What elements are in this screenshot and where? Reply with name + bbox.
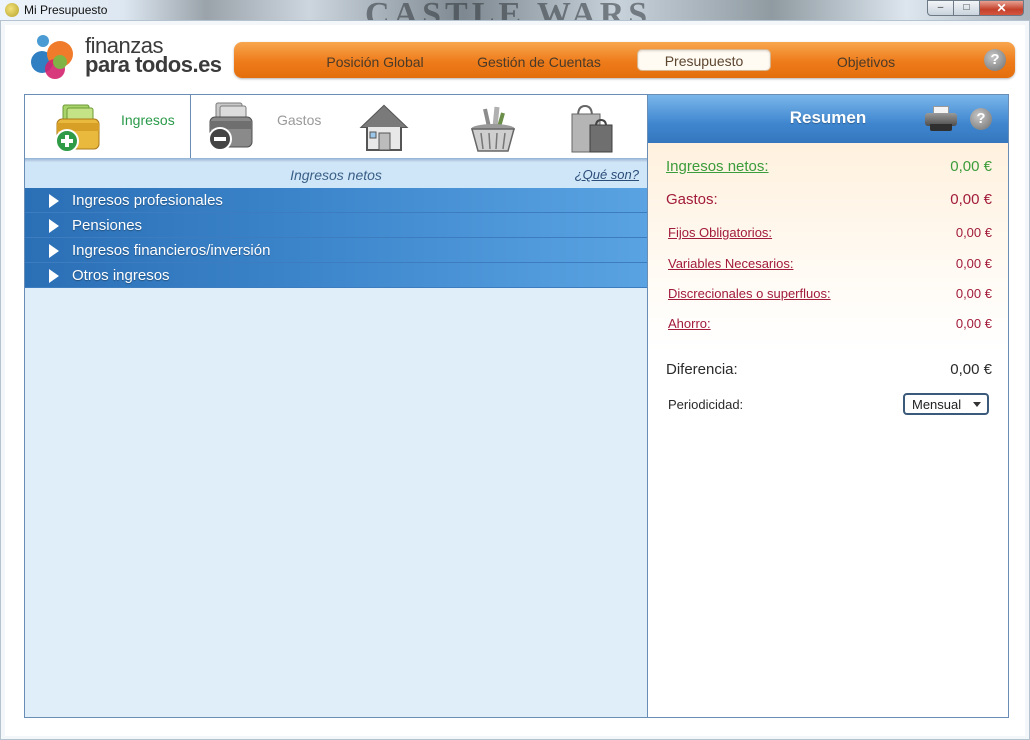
net-income-value: 0,00 € [950, 158, 992, 175]
expand-arrow-icon [49, 219, 59, 233]
nav-objetivos[interactable]: Objetivos [822, 51, 910, 73]
nav-posicion-global[interactable]: Posición Global [314, 51, 436, 73]
discretionary-expenses-label[interactable]: Discrecionales o superfluos: [668, 286, 831, 301]
discretionary-expenses-value: 0,00 € [955, 286, 992, 301]
variable-expenses-value: 0,00 € [955, 256, 992, 271]
income-subheader-title: Ingresos netos [290, 167, 382, 183]
window-frame: finanzas para todos.es Posición Global G… [0, 20, 1030, 740]
periodicity-selected-value: Mensual [912, 397, 962, 412]
expenses-label: Gastos: [666, 191, 718, 208]
window-title: Mi Presupuesto [24, 3, 108, 17]
income-wallet-icon [55, 104, 100, 153]
chevron-down-icon [973, 402, 981, 407]
income-row-label: Ingresos profesionales [72, 192, 223, 209]
income-row-label: Pensiones [72, 217, 143, 234]
category-tabs: Ingresos Gastos [25, 95, 647, 161]
summary-panel: Resumen ? Ingresos netos: 0,00 € Gastos:… [648, 94, 1009, 718]
what-are-they-link[interactable]: ¿Qué son? [575, 167, 639, 182]
summary-help-icon[interactable]: ? [970, 108, 992, 130]
maximize-button[interactable]: □ [954, 0, 980, 16]
help-icon[interactable]: ? [984, 49, 1006, 71]
income-subheader: Ingresos netos ¿Qué son? [25, 162, 647, 188]
savings-value: 0,00 € [955, 316, 992, 331]
income-row-label: Ingresos financieros/inversión [72, 242, 271, 259]
budget-editor-panel: Ingresos Gastos Ingresos netos ¿Qué son?… [24, 94, 648, 718]
tab-gastos[interactable]: Gastos [192, 95, 332, 159]
tab-ingresos-label: Ingresos [121, 112, 175, 128]
expenses-value: 0,00 € [950, 191, 992, 208]
income-row-label: Otros ingresos [72, 267, 170, 284]
title-bar[interactable]: Mi Presupuesto CASTLE WARS – □ ✕ [0, 0, 1030, 33]
logo-text-line2: para todos.es [85, 52, 222, 77]
nav-gestion-cuentas[interactable]: Gestión de Cuentas [470, 51, 608, 73]
main-navigation: Posición Global Gestión de Cuentas Presu… [234, 42, 1015, 78]
print-icon[interactable] [925, 106, 957, 132]
house-icon[interactable] [359, 103, 409, 153]
close-button[interactable]: ✕ [980, 0, 1024, 16]
savings-label[interactable]: Ahorro: [668, 316, 711, 331]
periodicity-select[interactable]: Mensual [903, 393, 989, 415]
expand-arrow-icon [49, 244, 59, 258]
net-income-label[interactable]: Ingresos netos: [666, 158, 769, 175]
app-window: Mi Presupuesto CASTLE WARS – □ ✕ finanza… [0, 0, 1030, 740]
app-icon [5, 3, 19, 17]
fixed-expenses-value: 0,00 € [955, 225, 992, 240]
tab-gastos-label: Gastos [277, 112, 322, 128]
variable-expenses-label[interactable]: Variables Necesarios: [668, 256, 793, 271]
summary-values: Ingresos netos: 0,00 € Gastos: 0,00 € Fi… [648, 143, 1008, 353]
income-row-financieros[interactable]: Ingresos financieros/inversión [25, 238, 647, 263]
income-row-profesionales[interactable]: Ingresos profesionales [25, 188, 647, 213]
window-controls: – □ ✕ [927, 0, 1024, 16]
difference-value: 0,00 € [950, 361, 992, 378]
summary-header: Resumen ? [648, 95, 1008, 143]
expand-arrow-icon [49, 269, 59, 283]
income-category-list: Ingresos profesionales Pensiones Ingreso… [25, 188, 647, 288]
shopping-bags-icon[interactable] [568, 102, 616, 156]
nav-presupuesto[interactable]: Presupuesto [637, 49, 771, 71]
expense-wallet-icon [208, 102, 253, 151]
brand-logo: finanzas para todos.es [29, 33, 239, 83]
periodicity-label: Periodicidad: [668, 397, 744, 412]
fixed-expenses-label[interactable]: Fijos Obligatorios: [668, 225, 772, 240]
shopping-basket-icon[interactable] [467, 103, 519, 155]
expand-arrow-icon [49, 194, 59, 208]
tab-ingresos[interactable]: Ingresos [25, 95, 191, 159]
income-row-pensiones[interactable]: Pensiones [25, 213, 647, 238]
minimize-button[interactable]: – [927, 0, 954, 16]
income-row-otros[interactable]: Otros ingresos [25, 263, 647, 288]
difference-label: Diferencia: [666, 361, 738, 378]
app-content: finanzas para todos.es Posición Global G… [5, 25, 1025, 736]
